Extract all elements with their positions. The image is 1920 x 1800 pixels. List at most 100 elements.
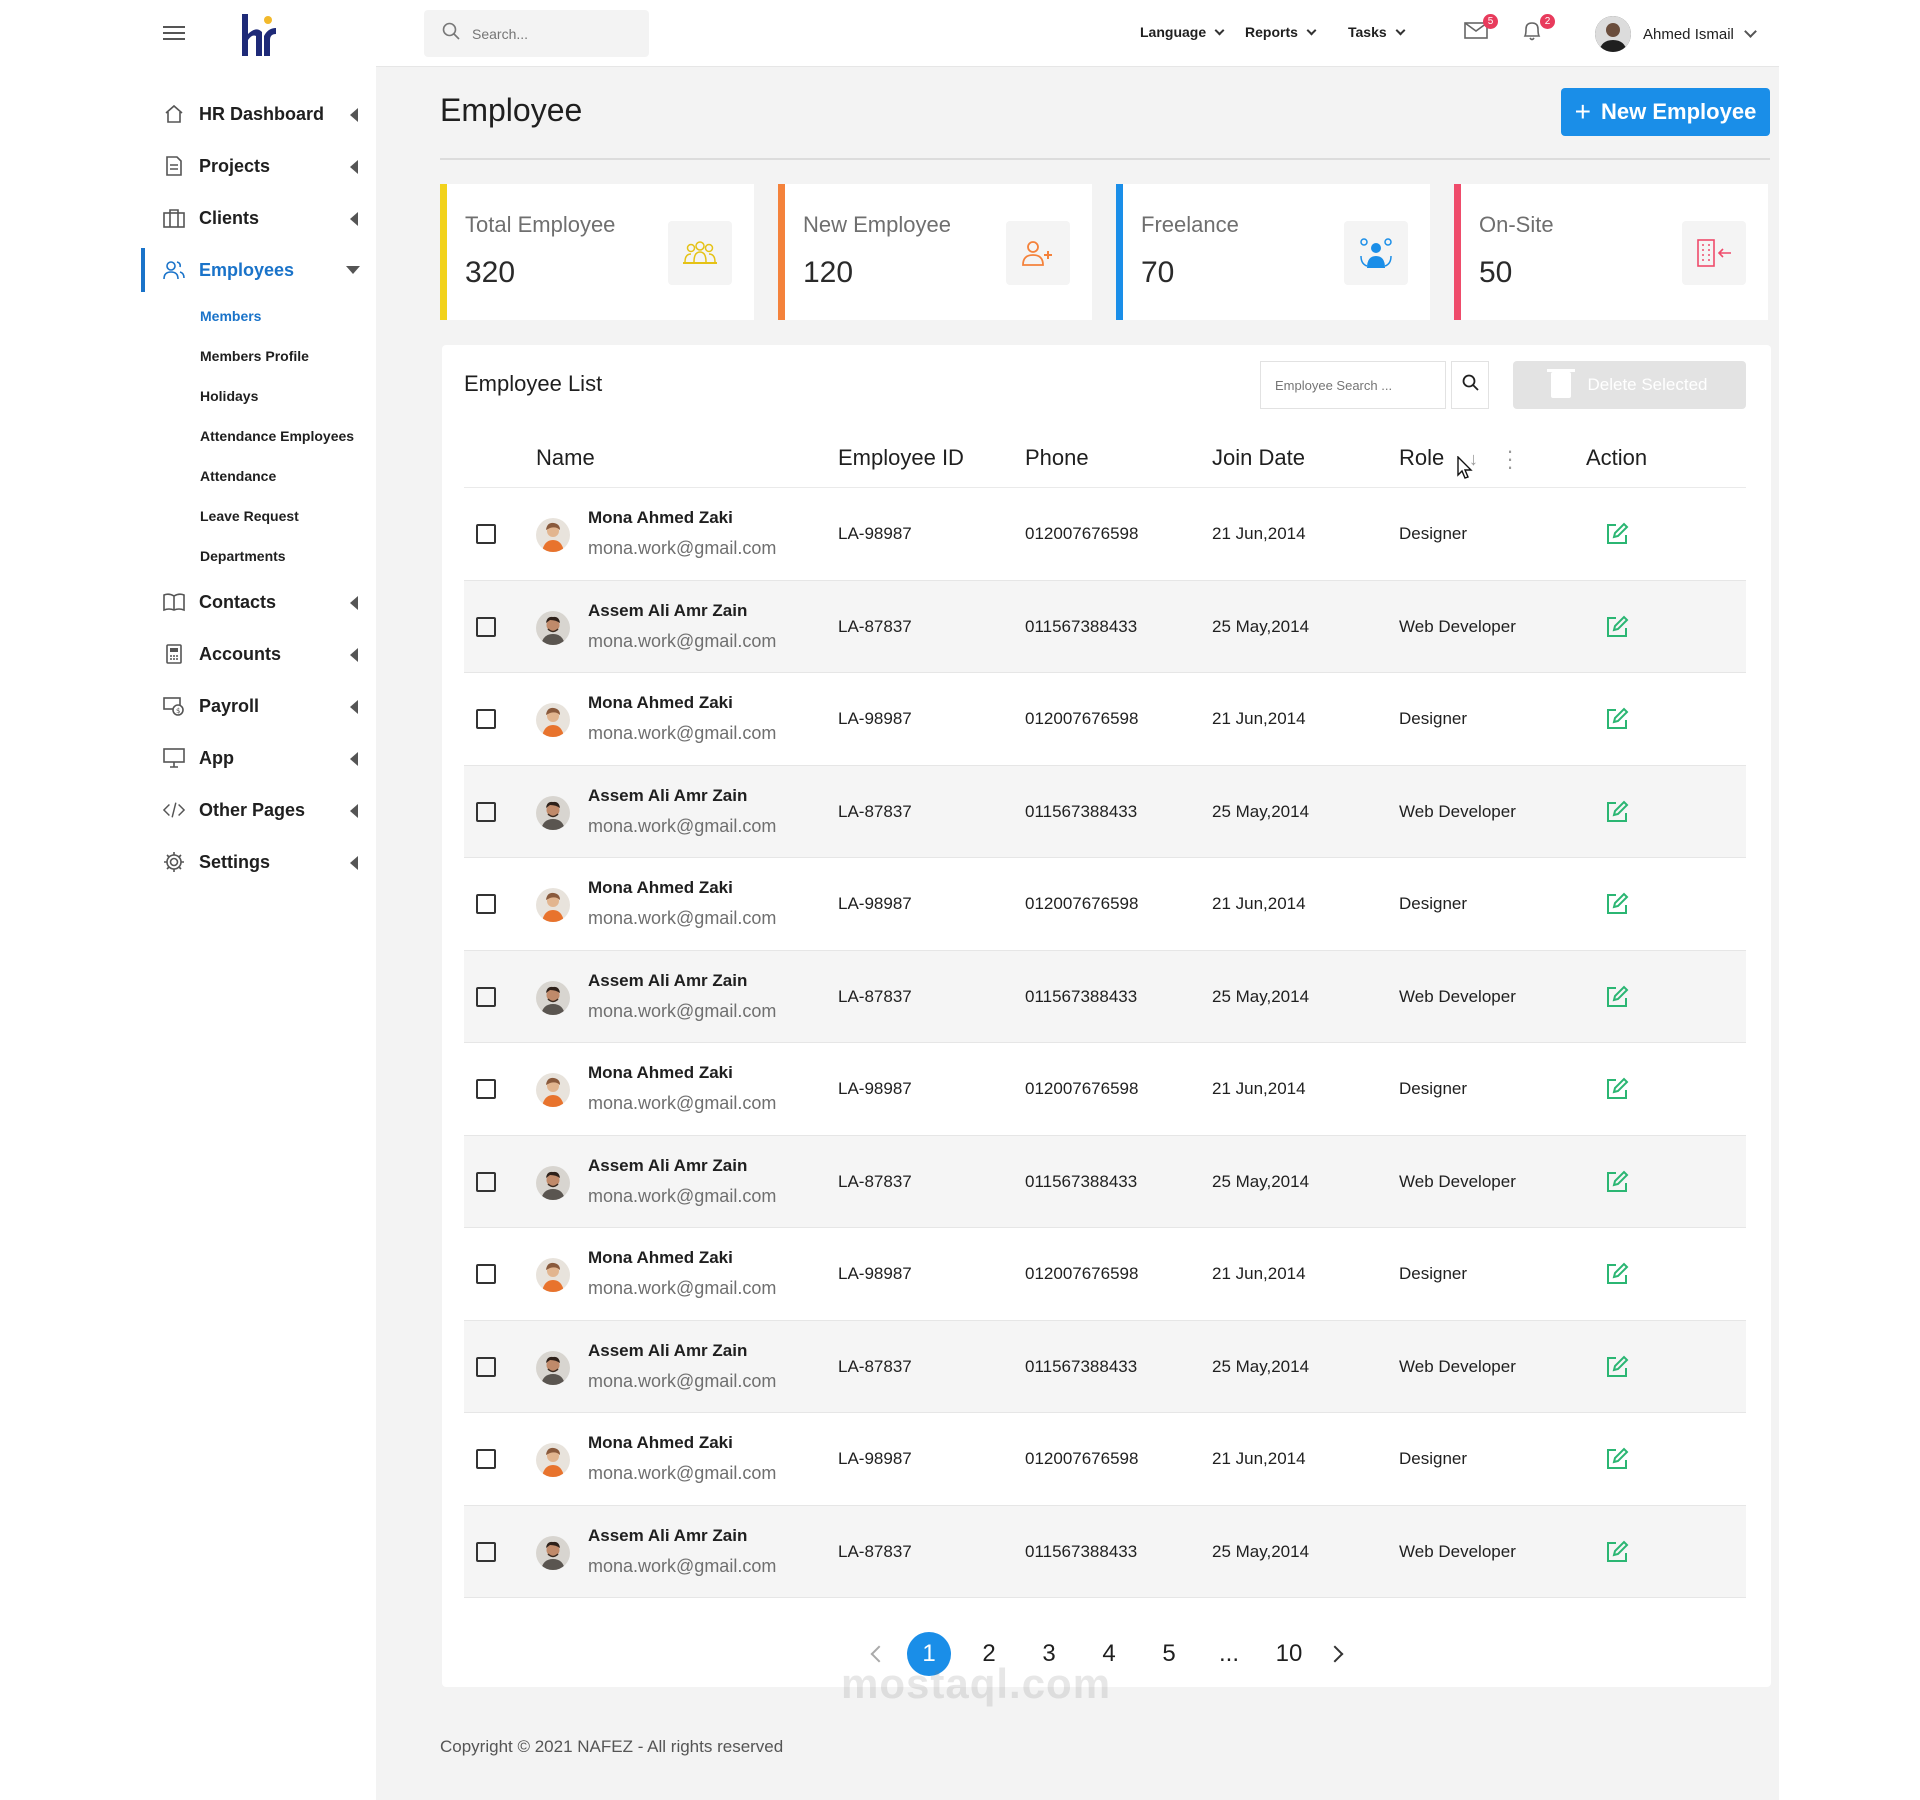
row-checkbox[interactable] — [476, 1356, 496, 1377]
sidebar-item-other-pages[interactable]: Other Pages — [141, 784, 376, 836]
row-checkbox[interactable] — [476, 1079, 496, 1099]
global-search[interactable] — [424, 10, 649, 57]
row-checkbox[interactable] — [476, 894, 496, 914]
table-row[interactable]: Assem Ali Amr Zain mona.work@gmail.com LA-… — [464, 1505, 1746, 1598]
tasks-menu[interactable]: Tasks — [1348, 24, 1406, 40]
sidebar-subitem-members[interactable]: Members — [141, 296, 376, 336]
table-row[interactable]: Mona Ahmed Zaki mona.work@gmail.com LA-989… — [464, 488, 1746, 581]
sidebar-item-hr-dashboard[interactable]: HR Dashboard — [141, 88, 376, 140]
sidebar-subitem-attendance-employees[interactable]: Attendance Employees — [141, 416, 376, 456]
document-icon — [163, 155, 185, 177]
employee-name[interactable]: Mona Ahmed Zaki — [588, 1063, 733, 1083]
sidebar-subitem-leave-request[interactable]: Leave Request — [141, 496, 376, 536]
employee-email: mona.work@gmail.com — [588, 538, 777, 558]
row-checkbox[interactable] — [476, 1264, 496, 1284]
table-row[interactable]: Mona Ahmed Zaki mona.work@gmail.com LA-989… — [464, 1228, 1746, 1321]
sidebar-subitem-members-profile[interactable]: Members Profile — [141, 336, 376, 376]
employee-name[interactable]: Assem Ali Amr Zain — [588, 1526, 747, 1546]
row-checkbox[interactable] — [476, 1171, 496, 1192]
employee-search-input[interactable] — [1260, 361, 1446, 409]
hr-logo[interactable] — [238, 10, 282, 60]
employee-join-date: 21 Jun,2014 — [1212, 709, 1306, 728]
user-menu[interactable]: Ahmed Ismail — [1595, 16, 1757, 52]
table-row[interactable]: Assem Ali Amr Zain mona.work@gmail.com LA-… — [464, 1320, 1746, 1413]
column-header-employee-id[interactable]: Employee ID — [838, 445, 964, 471]
row-checkbox[interactable] — [476, 1541, 496, 1562]
edit-icon[interactable] — [1605, 892, 1629, 916]
sidebar-item-clients[interactable]: Clients — [141, 192, 376, 244]
stat-card-total-employee: Total Employee 320 — [440, 184, 754, 320]
column-header-phone[interactable]: Phone — [1025, 445, 1089, 471]
row-checkbox[interactable] — [476, 616, 496, 637]
sidebar-subitem-departments[interactable]: Departments — [141, 536, 376, 576]
caret-left-icon — [350, 160, 358, 174]
row-checkbox[interactable] — [476, 801, 496, 822]
edit-icon[interactable] — [1605, 1262, 1629, 1286]
employee-name[interactable]: Assem Ali Amr Zain — [588, 1341, 747, 1361]
edit-icon[interactable] — [1605, 707, 1629, 731]
more-vertical-icon[interactable]: · · · — [1506, 440, 1514, 478]
edit-icon[interactable] — [1605, 800, 1629, 824]
delete-selected-button[interactable]: Delete Selected — [1513, 361, 1746, 409]
employee-name[interactable]: Mona Ahmed Zaki — [588, 693, 733, 713]
sidebar-item-projects[interactable]: Projects — [141, 140, 376, 192]
edit-icon[interactable] — [1605, 615, 1629, 639]
column-header-role[interactable]: Role — [1399, 445, 1444, 471]
table-row[interactable]: Mona Ahmed Zaki mona.work@gmail.com LA-989… — [464, 1413, 1746, 1506]
next-page-icon[interactable] — [1326, 1645, 1344, 1663]
employee-name[interactable]: Mona Ahmed Zaki — [588, 508, 733, 528]
edit-icon[interactable] — [1605, 1540, 1629, 1564]
sidebar-item-label: Settings — [199, 851, 271, 872]
edit-icon[interactable] — [1605, 522, 1629, 546]
column-header-name[interactable]: Name — [536, 445, 595, 471]
delete-selected-label: Delete Selected — [1587, 375, 1708, 394]
employee-name[interactable]: Assem Ali Amr Zain — [588, 786, 747, 806]
employee-name[interactable]: Mona Ahmed Zaki — [588, 878, 733, 898]
edit-icon[interactable] — [1605, 1447, 1629, 1471]
edit-icon[interactable] — [1605, 985, 1629, 1009]
notifications-button[interactable]: 2 — [1521, 14, 1555, 46]
edit-icon[interactable] — [1605, 1355, 1629, 1379]
sidebar-item-employees[interactable]: Employees — [141, 244, 376, 296]
sidebar-item-accounts[interactable]: Accounts — [141, 628, 376, 680]
employee-name[interactable]: Mona Ahmed Zaki — [588, 1433, 733, 1453]
employee-search-button[interactable] — [1451, 361, 1489, 409]
table-row[interactable]: Mona Ahmed Zaki mona.work@gmail.com LA-989… — [464, 858, 1746, 951]
new-employee-button[interactable]: + New Employee — [1561, 88, 1770, 136]
row-checkbox[interactable] — [476, 709, 496, 729]
sidebar-subitem-attendance[interactable]: Attendance — [141, 456, 376, 496]
row-checkbox[interactable] — [476, 1449, 496, 1469]
table-row[interactable]: Assem Ali Amr Zain mona.work@gmail.com LA-… — [464, 1135, 1746, 1228]
employee-name[interactable]: Assem Ali Amr Zain — [588, 601, 747, 621]
sidebar-item-settings[interactable]: Settings — [141, 836, 376, 888]
reports-menu[interactable]: Reports — [1245, 24, 1317, 40]
sidebar-item-payroll[interactable]: $ Payroll — [141, 680, 376, 732]
employee-email: mona.work@gmail.com — [588, 1000, 777, 1021]
table-row[interactable]: Assem Ali Amr Zain mona.work@gmail.com LA-… — [464, 765, 1746, 858]
sidebar-item-contacts[interactable]: Contacts — [141, 576, 376, 628]
hamburger-menu-icon[interactable] — [163, 26, 185, 42]
table-row[interactable]: Mona Ahmed Zaki mona.work@gmail.com LA-989… — [464, 673, 1746, 766]
avatar — [536, 888, 570, 922]
employee-phone: 011567388433 — [1025, 986, 1138, 1006]
row-checkbox[interactable] — [476, 524, 496, 544]
column-header-join-date[interactable]: Join Date — [1212, 445, 1305, 471]
table-row[interactable]: Assem Ali Amr Zain mona.work@gmail.com LA-… — [464, 580, 1746, 673]
employee-name[interactable]: Assem Ali Amr Zain — [588, 1156, 747, 1176]
mail-button[interactable]: 5 — [1464, 14, 1498, 46]
global-search-input[interactable] — [472, 25, 622, 42]
sidebar-subitem-holidays[interactable]: Holidays — [141, 376, 376, 416]
employee-join-date: 21 Jun,2014 — [1212, 1449, 1306, 1468]
employee-name[interactable]: Mona Ahmed Zaki — [588, 1248, 733, 1268]
table-row[interactable]: Assem Ali Amr Zain mona.work@gmail.com LA-… — [464, 950, 1746, 1043]
sidebar-item-app[interactable]: App — [141, 732, 376, 784]
edit-icon[interactable] — [1605, 1077, 1629, 1101]
employee-name[interactable]: Assem Ali Amr Zain — [588, 971, 747, 991]
language-menu[interactable]: Language — [1140, 24, 1225, 40]
row-checkbox[interactable] — [476, 986, 496, 1007]
employee-email: mona.work@gmail.com — [588, 1555, 777, 1576]
edit-icon[interactable] — [1605, 1170, 1629, 1194]
page-button-5[interactable]: 5 — [1139, 1640, 1199, 1668]
table-row[interactable]: Mona Ahmed Zaki mona.work@gmail.com LA-989… — [464, 1043, 1746, 1136]
page-button-10[interactable]: 10 — [1259, 1640, 1319, 1668]
